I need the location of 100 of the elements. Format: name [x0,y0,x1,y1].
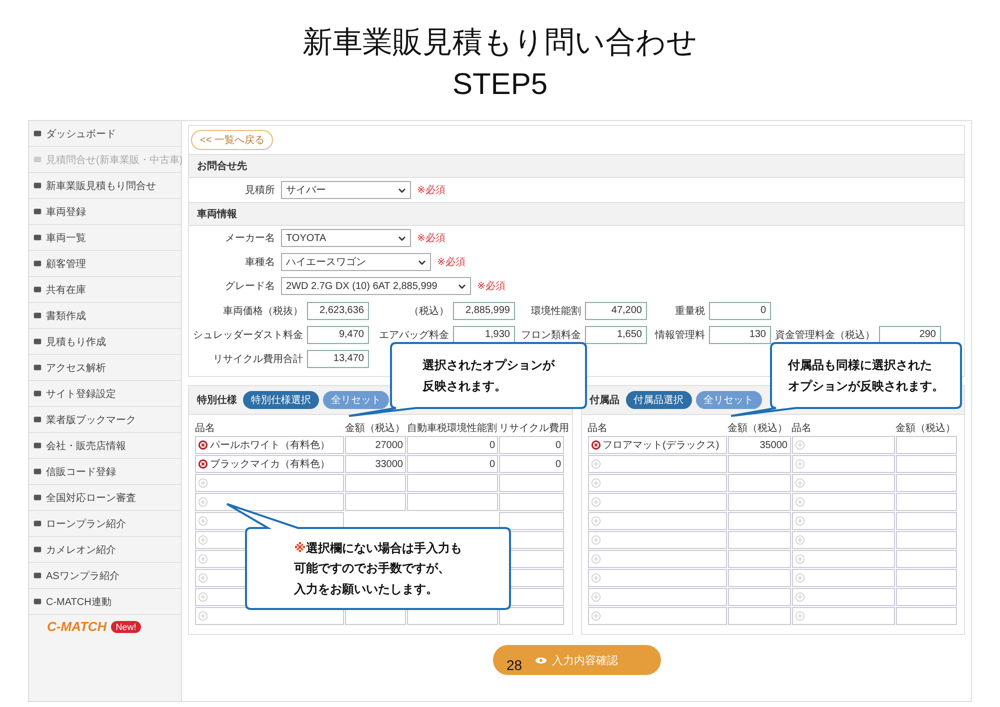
table-cell[interactable] [792,607,894,625]
add-icon[interactable] [794,497,804,507]
table-cell[interactable] [588,512,726,530]
select-field[interactable]: ハイエースワゴン [281,253,431,271]
table-cell[interactable] [792,493,894,511]
table-cell[interactable] [792,455,894,473]
table-cell[interactable] [896,550,956,568]
table-cell[interactable] [407,493,498,511]
sidebar-item[interactable]: 共有在庫 [29,277,181,303]
select-field[interactable]: TOYOTA [281,229,411,247]
number-field[interactable]: 9,470 [307,326,369,344]
table-cell[interactable] [792,550,894,568]
table-cell[interactable] [728,474,790,492]
table-cell[interactable]: 27000 [345,436,406,454]
number-field[interactable]: 13,470 [307,350,369,368]
table-cell[interactable]: 0 [499,436,564,454]
table-cell[interactable] [896,531,956,549]
remove-icon[interactable] [198,440,208,450]
table-cell[interactable] [792,474,894,492]
sidebar-item[interactable]: 会社・販売店情報 [29,433,181,459]
table-cell[interactable] [588,550,726,568]
sidebar-item[interactable]: ダッシュボード [29,121,181,147]
sidebar-item[interactable]: 業者版ブックマーク [29,407,181,433]
table-cell[interactable] [345,474,406,492]
table-cell[interactable] [896,493,956,511]
table-cell[interactable] [896,607,956,625]
sidebar-item[interactable]: ASワンプラ紹介 [29,563,181,589]
select-field[interactable]: 2WD 2.7G DX (10) 6AT 2,885,999 [281,277,471,295]
add-icon[interactable] [198,554,208,564]
add-icon[interactable] [198,592,208,602]
sidebar-item[interactable]: 新車業販見積もり問合せ [29,173,181,199]
sidebar-item[interactable]: 見積もり作成 [29,329,181,355]
add-icon[interactable] [590,592,600,602]
table-cell[interactable] [588,531,726,549]
add-icon[interactable] [794,440,804,450]
add-icon[interactable] [198,535,208,545]
table-cell[interactable] [792,588,894,606]
sidebar-item[interactable]: 書類作成 [29,303,181,329]
table-cell[interactable] [588,455,726,473]
remove-icon[interactable] [198,459,208,469]
add-icon[interactable] [794,459,804,469]
add-icon[interactable] [590,611,600,621]
table-cell[interactable] [896,436,956,454]
add-icon[interactable] [198,573,208,583]
number-field[interactable]: 130 [709,326,771,344]
table-cell[interactable] [728,455,790,473]
number-field[interactable]: 2,623,636 [307,302,369,320]
add-icon[interactable] [198,611,208,621]
table-cell[interactable]: 33000 [345,455,406,473]
add-icon[interactable] [590,516,600,526]
table-cell[interactable]: 0 [407,455,498,473]
table-cell[interactable] [792,569,894,587]
sidebar-item[interactable]: 顧客管理 [29,251,181,277]
table-cell[interactable] [499,607,564,625]
sidebar-item[interactable]: 信販コード登録 [29,459,181,485]
table-cell[interactable] [728,512,790,530]
sidebar-item[interactable]: 全国対応ローン審査 [29,485,181,511]
table-cell[interactable] [499,493,564,511]
select-button[interactable]: 特別仕様選択 [243,391,319,409]
table-cell[interactable] [588,493,726,511]
add-icon[interactable] [794,535,804,545]
sidebar-item[interactable]: 車両登録 [29,199,181,225]
add-icon[interactable] [794,611,804,621]
table-cell[interactable] [499,474,564,492]
add-icon[interactable] [198,516,208,526]
sidebar-item[interactable]: C-MATCH連動 [29,589,181,615]
table-cell[interactable] [588,474,726,492]
table-cell[interactable] [588,588,726,606]
table-cell[interactable] [896,455,956,473]
sidebar-item[interactable]: アクセス解析 [29,355,181,381]
add-icon[interactable] [794,573,804,583]
number-field[interactable]: 0 [709,302,771,320]
table-cell[interactable] [195,474,344,492]
table-cell[interactable] [728,493,790,511]
table-cell[interactable] [792,531,894,549]
add-icon[interactable] [590,535,600,545]
table-cell[interactable]: ブラックマイカ（有料色） [195,455,344,473]
table-cell[interactable]: 35000 [728,436,790,454]
number-field[interactable]: 47,200 [585,302,647,320]
table-cell[interactable] [407,474,498,492]
table-cell[interactable] [728,531,790,549]
select-field[interactable]: サイバー [281,181,411,199]
add-icon[interactable] [794,516,804,526]
table-cell[interactable]: 0 [407,436,498,454]
select-button[interactable]: 付属品選択 [626,391,692,409]
table-cell[interactable] [728,588,790,606]
table-cell[interactable]: フロアマット(デラックス) [588,436,726,454]
table-cell[interactable] [345,493,406,511]
add-icon[interactable] [590,573,600,583]
add-icon[interactable] [590,478,600,488]
sidebar-item[interactable]: サイト登録設定 [29,381,181,407]
table-cell[interactable] [896,474,956,492]
table-cell[interactable]: 0 [499,455,564,473]
table-cell[interactable] [588,607,726,625]
add-icon[interactable] [794,478,804,488]
table-cell[interactable] [728,569,790,587]
table-cell[interactable] [792,436,894,454]
add-icon[interactable] [590,459,600,469]
remove-icon[interactable] [590,440,600,450]
sidebar-item[interactable]: カメレオン紹介 [29,537,181,563]
